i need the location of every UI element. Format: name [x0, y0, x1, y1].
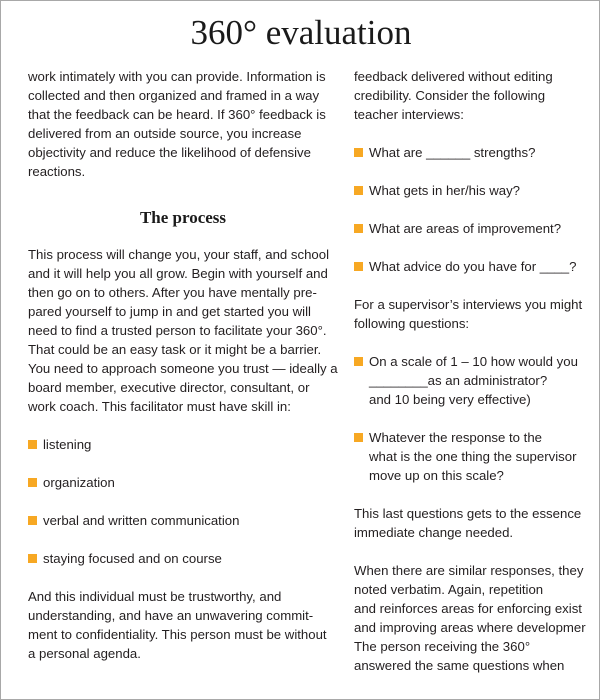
text-line: immediate change needed. [354, 525, 514, 540]
bullet-square-icon [28, 440, 37, 449]
text-line: ________as an administrator? [369, 373, 548, 388]
text-line: And this individual must be trustworthy,… [28, 589, 282, 604]
text-line: The person receiving the 360° [354, 639, 531, 654]
text-line: credibility. Consider the following [354, 88, 546, 103]
list-item: What are ______ strengths? [354, 143, 599, 162]
text-line: need to find a trusted person to facilit… [28, 323, 327, 338]
text-line: then go on to others. After you have men… [28, 285, 317, 300]
text-line: When there are similar responses, they [354, 563, 584, 578]
closing-paragraph: And this individual must be trustworthy,… [28, 587, 338, 663]
teacher-questions-list: What are ______ strengths? What gets in … [354, 143, 599, 276]
intro-paragraph: work intimately with you can provide. In… [28, 67, 338, 181]
text-line: understanding, and have an unwavering co… [28, 608, 314, 623]
text-line: work coach. This facilitator must have s… [28, 399, 291, 414]
text-line: collected and then organized and framed … [28, 88, 320, 103]
text-line: move up on this scale? [369, 468, 504, 483]
list-item-text: What advice do you have for ____? [369, 259, 577, 274]
right-column: feedback delivered without editing credi… [354, 67, 599, 675]
text-line: pared yourself to jump in and get starte… [28, 304, 311, 319]
list-item-text: What are ______ strengths? [369, 145, 536, 160]
text-line: feedback delivered without editing [354, 69, 553, 84]
bullet-square-icon [28, 554, 37, 563]
list-item: What gets in her/his way? [354, 181, 599, 200]
skills-list: listening organization verbal and writte… [28, 435, 338, 568]
text-line: For a supervisor’s interviews you might [354, 297, 583, 312]
list-item: listening [28, 435, 338, 454]
similar-responses-paragraph: When there are similar responses, they n… [354, 561, 599, 675]
text-line: delivered from an outside source, you in… [28, 126, 302, 141]
text-line: You need to approach someone you trust —… [28, 361, 338, 376]
list-item: What are areas of improvement? [354, 219, 599, 238]
text-line: and 10 being very effective) [369, 392, 531, 407]
bullet-square-icon [354, 148, 363, 157]
supervisor-intro-paragraph: For a supervisor’s interviews you might … [354, 295, 599, 333]
text-line: teacher interviews: [354, 107, 464, 122]
bullet-square-icon [28, 478, 37, 487]
text-line: following questions: [354, 316, 470, 331]
bullet-square-icon [354, 262, 363, 271]
text-line: answered the same questions when [354, 658, 565, 673]
text-line: reactions. [28, 164, 86, 179]
bullet-square-icon [354, 433, 363, 442]
list-item: Whatever the response to the what is the… [354, 428, 599, 485]
list-item-text: What are areas of improvement? [369, 221, 562, 236]
essence-paragraph: This last questions gets to the essence … [354, 504, 599, 542]
bullet-square-icon [354, 357, 363, 366]
page-title: 360° evaluation [190, 13, 412, 52]
text-line: ment to confidentiality. This person mus… [28, 627, 327, 642]
list-item: What advice do you have for ____? [354, 257, 599, 276]
list-item-text: verbal and written communication [43, 513, 240, 528]
text-line: This last questions gets to the essence [354, 506, 582, 521]
process-paragraph: This process will change you, your staff… [28, 245, 338, 416]
text-line: work intimately with you can provide. In… [28, 69, 326, 84]
text-line: and improving areas where developmer [354, 620, 586, 635]
list-item-text: organization [43, 475, 115, 490]
text-line: what is the one thing the supervisor [369, 449, 577, 464]
bullet-square-icon [28, 516, 37, 525]
text-line: That could be an easy task or it might b… [28, 342, 322, 357]
text-line: and it will help you all grow. Begin wit… [28, 266, 328, 281]
bullet-square-icon [354, 186, 363, 195]
text-line: board member, executive director, consul… [28, 380, 310, 395]
list-item-text: listening [43, 437, 92, 452]
text-line: noted verbatim. Again, repetition [354, 582, 544, 597]
document-page: 360° evaluation work intimately with you… [0, 0, 600, 700]
text-line: objectivity and reduce the likelihood of… [28, 145, 311, 160]
list-item: On a scale of 1 – 10 how would you _____… [354, 352, 599, 409]
supervisor-questions-list: On a scale of 1 – 10 how would you _____… [354, 352, 599, 485]
list-item: verbal and written communication [28, 511, 338, 530]
text-line: On a scale of 1 – 10 how would you [369, 354, 578, 369]
text-line: a personal agenda. [28, 646, 141, 661]
text-line: Whatever the response to the [369, 430, 543, 445]
list-item: staying focused and on course [28, 549, 338, 568]
text-line: This process will change you, your staff… [28, 247, 330, 262]
bullet-square-icon [354, 224, 363, 233]
list-item: organization [28, 473, 338, 492]
section-heading-process: The process [139, 208, 227, 227]
list-item-text: What gets in her/his way? [369, 183, 520, 198]
left-column: work intimately with you can provide. In… [28, 67, 338, 663]
list-item-text: staying focused and on course [43, 551, 222, 566]
right-intro-paragraph: feedback delivered without editing credi… [354, 67, 599, 124]
text-line: that the feedback can be heard. If 360° … [28, 107, 326, 122]
text-line: and reinforces areas for enforcing exist [354, 601, 582, 616]
